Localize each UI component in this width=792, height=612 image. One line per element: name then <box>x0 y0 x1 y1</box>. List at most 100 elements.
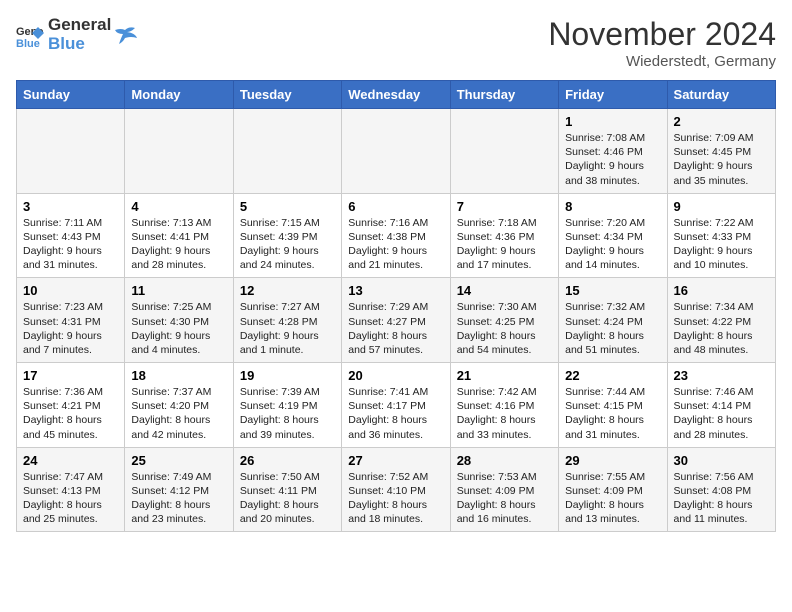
day-number: 26 <box>240 453 335 468</box>
day-number: 22 <box>565 368 660 383</box>
day-number: 13 <box>348 283 443 298</box>
cell-info: Sunrise: 7:53 AM Sunset: 4:09 PM Dayligh… <box>457 470 552 527</box>
day-number: 28 <box>457 453 552 468</box>
calendar-cell: 28 Sunrise: 7:53 AM Sunset: 4:09 PM Dayli… <box>450 447 558 532</box>
cell-info: Sunrise: 7:32 AM Sunset: 4:24 PM Dayligh… <box>565 300 660 357</box>
weekday-header: Thursday <box>450 81 558 109</box>
day-number: 10 <box>23 283 118 298</box>
day-number: 19 <box>240 368 335 383</box>
cell-info: Sunrise: 7:29 AM Sunset: 4:27 PM Dayligh… <box>348 300 443 357</box>
day-number: 6 <box>348 199 443 214</box>
day-number: 4 <box>131 199 226 214</box>
day-number: 20 <box>348 368 443 383</box>
calendar-cell <box>342 109 450 194</box>
cell-info: Sunrise: 7:39 AM Sunset: 4:19 PM Dayligh… <box>240 385 335 442</box>
calendar-cell: 27 Sunrise: 7:52 AM Sunset: 4:10 PM Dayli… <box>342 447 450 532</box>
cell-info: Sunrise: 7:08 AM Sunset: 4:46 PM Dayligh… <box>565 131 660 188</box>
day-number: 5 <box>240 199 335 214</box>
day-number: 15 <box>565 283 660 298</box>
calendar-cell: 6 Sunrise: 7:16 AM Sunset: 4:38 PM Daylig… <box>342 193 450 278</box>
day-number: 3 <box>23 199 118 214</box>
calendar-cell: 8 Sunrise: 7:20 AM Sunset: 4:34 PM Daylig… <box>559 193 667 278</box>
cell-info: Sunrise: 7:27 AM Sunset: 4:28 PM Dayligh… <box>240 300 335 357</box>
day-number: 2 <box>674 114 769 129</box>
title-area: November 2024 Wiederstedt, Germany <box>548 16 776 70</box>
calendar-cell: 12Sunrise: 7:27 AM Sunset: 4:28 PM Dayli… <box>233 278 341 363</box>
cell-info: Sunrise: 7:37 AM Sunset: 4:20 PM Dayligh… <box>131 385 226 442</box>
day-number: 29 <box>565 453 660 468</box>
month-title: November 2024 <box>548 16 776 53</box>
calendar-cell <box>125 109 233 194</box>
calendar-cell: 15 Sunrise: 7:32 AM Sunset: 4:24 PM Dayli… <box>559 278 667 363</box>
cell-info: Sunrise: 7:20 AM Sunset: 4:34 PM Dayligh… <box>565 216 660 273</box>
calendar-cell: 13 Sunrise: 7:29 AM Sunset: 4:27 PM Dayli… <box>342 278 450 363</box>
calendar-cell: 22Sunrise: 7:44 AM Sunset: 4:15 PM Dayli… <box>559 363 667 448</box>
calendar-cell: 25 Sunrise: 7:49 AM Sunset: 4:12 PM Dayli… <box>125 447 233 532</box>
cell-info: Sunrise: 7:49 AM Sunset: 4:12 PM Dayligh… <box>131 470 226 527</box>
day-number: 8 <box>565 199 660 214</box>
day-number: 14 <box>457 283 552 298</box>
logo-bird-icon <box>115 24 137 46</box>
logo: General Blue General Blue <box>16 16 137 53</box>
cell-info: Sunrise: 7:46 AM Sunset: 4:14 PM Dayligh… <box>674 385 769 442</box>
calendar-cell: 5Sunrise: 7:15 AM Sunset: 4:39 PM Daylig… <box>233 193 341 278</box>
logo-general-text: General <box>48 16 111 35</box>
day-number: 23 <box>674 368 769 383</box>
calendar-cell: 10 Sunrise: 7:23 AM Sunset: 4:31 PM Dayli… <box>17 278 125 363</box>
day-number: 21 <box>457 368 552 383</box>
calendar-cell: 29 Sunrise: 7:55 AM Sunset: 4:09 PM Dayli… <box>559 447 667 532</box>
cell-info: Sunrise: 7:52 AM Sunset: 4:10 PM Dayligh… <box>348 470 443 527</box>
day-number: 9 <box>674 199 769 214</box>
calendar-cell: 20 Sunrise: 7:41 AM Sunset: 4:17 PM Dayli… <box>342 363 450 448</box>
cell-info: Sunrise: 7:11 AM Sunset: 4:43 PM Dayligh… <box>23 216 118 273</box>
cell-info: Sunrise: 7:23 AM Sunset: 4:31 PM Dayligh… <box>23 300 118 357</box>
calendar-cell: 18 Sunrise: 7:37 AM Sunset: 4:20 PM Dayli… <box>125 363 233 448</box>
calendar-cell: 1 Sunrise: 7:08 AM Sunset: 4:46 PM Daylig… <box>559 109 667 194</box>
day-number: 17 <box>23 368 118 383</box>
weekday-header: Tuesday <box>233 81 341 109</box>
day-number: 27 <box>348 453 443 468</box>
day-number: 25 <box>131 453 226 468</box>
calendar-cell: 19 Sunrise: 7:39 AM Sunset: 4:19 PM Dayli… <box>233 363 341 448</box>
weekday-header: Friday <box>559 81 667 109</box>
header: General Blue General Blue November 2024 … <box>16 16 776 70</box>
cell-info: Sunrise: 7:09 AM Sunset: 4:45 PM Dayligh… <box>674 131 769 188</box>
cell-info: Sunrise: 7:34 AM Sunset: 4:22 PM Dayligh… <box>674 300 769 357</box>
cell-info: Sunrise: 7:47 AM Sunset: 4:13 PM Dayligh… <box>23 470 118 527</box>
logo-blue-text: Blue <box>48 35 111 54</box>
cell-info: Sunrise: 7:42 AM Sunset: 4:16 PM Dayligh… <box>457 385 552 442</box>
location-title: Wiederstedt, Germany <box>548 53 776 70</box>
calendar-cell <box>17 109 125 194</box>
calendar-cell: 14 Sunrise: 7:30 AM Sunset: 4:25 PM Dayli… <box>450 278 558 363</box>
weekday-header: Saturday <box>667 81 775 109</box>
cell-info: Sunrise: 7:18 AM Sunset: 4:36 PM Dayligh… <box>457 216 552 273</box>
weekday-header: Sunday <box>17 81 125 109</box>
calendar-cell: 7 Sunrise: 7:18 AM Sunset: 4:36 PM Daylig… <box>450 193 558 278</box>
cell-info: Sunrise: 7:16 AM Sunset: 4:38 PM Dayligh… <box>348 216 443 273</box>
day-number: 24 <box>23 453 118 468</box>
calendar-cell: 26Sunrise: 7:50 AM Sunset: 4:11 PM Dayli… <box>233 447 341 532</box>
weekday-header: Wednesday <box>342 81 450 109</box>
day-number: 7 <box>457 199 552 214</box>
day-number: 1 <box>565 114 660 129</box>
svg-text:Blue: Blue <box>16 38 40 49</box>
weekday-header: Monday <box>125 81 233 109</box>
calendar-cell: 23 Sunrise: 7:46 AM Sunset: 4:14 PM Dayli… <box>667 363 775 448</box>
calendar-cell: 11Sunrise: 7:25 AM Sunset: 4:30 PM Dayli… <box>125 278 233 363</box>
calendar-cell: 30Sunrise: 7:56 AM Sunset: 4:08 PM Dayli… <box>667 447 775 532</box>
calendar-cell: 21 Sunrise: 7:42 AM Sunset: 4:16 PM Dayli… <box>450 363 558 448</box>
calendar-cell: 16 Sunrise: 7:34 AM Sunset: 4:22 PM Dayli… <box>667 278 775 363</box>
calendar-cell <box>450 109 558 194</box>
cell-info: Sunrise: 7:30 AM Sunset: 4:25 PM Dayligh… <box>457 300 552 357</box>
calendar-cell: 3 Sunrise: 7:11 AM Sunset: 4:43 PM Daylig… <box>17 193 125 278</box>
cell-info: Sunrise: 7:13 AM Sunset: 4:41 PM Dayligh… <box>131 216 226 273</box>
cell-info: Sunrise: 7:36 AM Sunset: 4:21 PM Dayligh… <box>23 385 118 442</box>
day-number: 16 <box>674 283 769 298</box>
cell-info: Sunrise: 7:41 AM Sunset: 4:17 PM Dayligh… <box>348 385 443 442</box>
calendar-cell: 24 Sunrise: 7:47 AM Sunset: 4:13 PM Dayli… <box>17 447 125 532</box>
cell-info: Sunrise: 7:55 AM Sunset: 4:09 PM Dayligh… <box>565 470 660 527</box>
logo-icon: General Blue <box>16 21 44 49</box>
calendar-cell: 17 Sunrise: 7:36 AM Sunset: 4:21 PM Dayli… <box>17 363 125 448</box>
day-number: 18 <box>131 368 226 383</box>
day-number: 11 <box>131 283 226 298</box>
